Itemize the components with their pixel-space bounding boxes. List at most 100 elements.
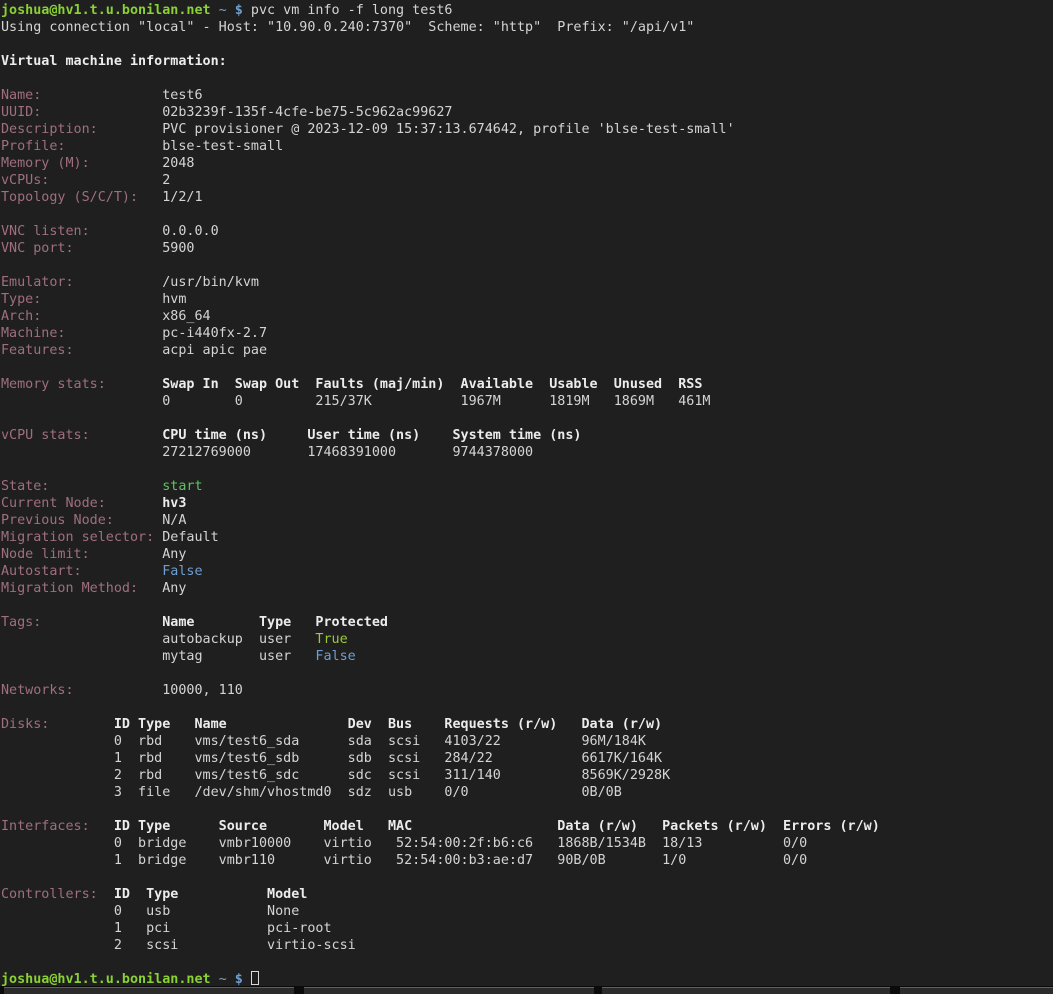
terminal-line: autobackup user True	[1, 631, 1053, 648]
terminal-line: 3 file /dev/shm/vhostmd0 sdz usb 0/0 0B/…	[1, 784, 1053, 801]
terminal-text-segment: $	[235, 3, 243, 18]
terminal-line: VNC port: 5900	[1, 240, 1053, 257]
terminal-text-segment: 1/2/1	[138, 190, 203, 205]
taskbar-window-tab[interactable]	[304, 987, 594, 994]
taskbar-window-tab[interactable]	[4, 987, 294, 994]
terminal-text-segment: 0 rbd vms/test6_sda sda scsi 4103/22 96M…	[1, 734, 646, 749]
terminal-text-segment: Any	[138, 581, 186, 596]
terminal-line: Emulator: /usr/bin/kvm	[1, 274, 1053, 291]
terminal-text-segment: 10000, 110	[74, 683, 243, 698]
terminal-text-segment: joshua@hv1.t.u.bonilan.net	[1, 972, 211, 987]
taskbar-window-tab[interactable]	[602, 987, 890, 994]
terminal-text-segment: 2048	[90, 156, 195, 171]
terminal-line	[1, 257, 1053, 274]
taskbar-window-tab[interactable]	[900, 987, 1053, 994]
terminal-text-segment: joshua@hv1.t.u.bonilan.net	[1, 3, 211, 18]
terminal-text-segment	[211, 972, 219, 987]
terminal-text-segment	[227, 3, 235, 18]
terminal-text-segment: Virtual machine information:	[1, 54, 227, 69]
terminal-line: Topology (S/C/T): 1/2/1	[1, 189, 1053, 206]
terminal-text-segment: State:	[1, 479, 49, 494]
terminal-text-segment	[211, 3, 219, 18]
terminal-text-segment: False	[315, 649, 355, 664]
terminal-text-segment: hv3	[162, 496, 186, 511]
terminal-text-segment: test6	[41, 88, 202, 103]
terminal-line: vCPUs: 2	[1, 172, 1053, 189]
terminal-text-segment: ID Type Source Model MAC Data (r/w) Pack…	[114, 819, 880, 834]
terminal-text-segment: Previous Node:	[1, 513, 114, 528]
terminal-screen[interactable]: joshua@hv1.t.u.bonilan.net ~ $ pvc vm in…	[0, 0, 1053, 986]
terminal-text-segment: ID Type Name Dev Bus Requests (r/w) Data…	[114, 717, 662, 732]
terminal-text-segment: Networks:	[1, 683, 74, 698]
terminal-text-segment: Default	[154, 530, 219, 545]
terminal-line: Features: acpi apic pae	[1, 342, 1053, 359]
terminal-line	[1, 70, 1053, 87]
terminal-text-segment: start	[162, 479, 202, 494]
terminal-text-segment	[98, 887, 114, 902]
terminal-line: vCPU stats: CPU time (ns) User time (ns)…	[1, 427, 1053, 444]
terminal-text-segment: True	[315, 632, 347, 647]
terminal-text-segment: Description:	[1, 122, 98, 137]
terminal-text-segment: UUID:	[1, 105, 41, 120]
terminal-text-segment: Using connection "local" - Host: "10.90.…	[1, 20, 694, 35]
terminal-text-segment: Memory stats:	[1, 377, 106, 392]
terminal-text-segment	[90, 428, 163, 443]
terminal-text-segment	[106, 496, 162, 511]
taskbar-strip	[0, 986, 1053, 994]
terminal-text-segment: pvc vm info -f long test6	[243, 3, 453, 18]
terminal-line	[1, 206, 1053, 223]
terminal-text-segment: pc-i440fx-2.7	[66, 326, 268, 341]
terminal-text-segment: Features:	[1, 343, 74, 358]
terminal-line	[1, 801, 1053, 818]
terminal-text-segment	[82, 564, 163, 579]
terminal-text-segment: ~	[219, 972, 227, 987]
terminal-line: Machine: pc-i440fx-2.7	[1, 325, 1053, 342]
terminal-text-segment: autobackup user	[1, 632, 315, 647]
terminal-text-segment: x86_64	[41, 309, 210, 324]
terminal-line: Interfaces: ID Type Source Model MAC Dat…	[1, 818, 1053, 835]
terminal-text-segment: False	[162, 564, 202, 579]
terminal-line: 2 scsi virtio-scsi	[1, 937, 1053, 954]
terminal-line: 1 bridge vmbr110 virtio 52:54:00:b3:ae:d…	[1, 852, 1053, 869]
terminal-cursor	[251, 971, 259, 985]
terminal-line	[1, 597, 1053, 614]
terminal-text-segment: 0 0 215/37K 1967M 1819M 1869M 461M	[1, 394, 710, 409]
terminal-text-segment	[243, 972, 251, 987]
terminal-line: 0 bridge vmbr10000 virtio 52:54:00:2f:b6…	[1, 835, 1053, 852]
terminal-text-segment	[227, 972, 235, 987]
terminal-text-segment: Swap In Swap Out Faults (maj/min) Availa…	[162, 377, 702, 392]
terminal-text-segment: Emulator:	[1, 275, 74, 290]
terminal-text-segment: 0 bridge vmbr10000 virtio 52:54:00:2f:b6…	[1, 836, 807, 851]
terminal-text-segment: mytag user	[1, 649, 315, 664]
terminal-text-segment: Memory (M):	[1, 156, 90, 171]
terminal-text-segment: vCPUs:	[1, 173, 49, 188]
terminal-text-segment: Type:	[1, 292, 41, 307]
terminal-line: joshua@hv1.t.u.bonilan.net ~ $ pvc vm in…	[1, 2, 1053, 19]
terminal-text-segment	[41, 615, 162, 630]
terminal-line	[1, 954, 1053, 971]
terminal-text-segment	[106, 377, 162, 392]
terminal-text-segment: Machine:	[1, 326, 66, 341]
terminal-text-segment: Name:	[1, 88, 41, 103]
terminal-line: State: start	[1, 478, 1053, 495]
terminal-line: Current Node: hv3	[1, 495, 1053, 512]
terminal-text-segment: ~	[219, 3, 227, 18]
terminal-line: 1 rbd vms/test6_sdb sdb scsi 284/22 6617…	[1, 750, 1053, 767]
terminal-line: 0 usb None	[1, 903, 1053, 920]
terminal-line	[1, 410, 1053, 427]
terminal-text-segment: 1 pci pci-root	[1, 921, 332, 936]
terminal-line: mytag user False	[1, 648, 1053, 665]
terminal-line	[1, 869, 1053, 886]
terminal-text-segment: $	[235, 972, 243, 987]
terminal-text-segment: Any	[90, 547, 187, 562]
terminal-text-segment: /usr/bin/kvm	[74, 275, 259, 290]
terminal-line: Name: test6	[1, 87, 1053, 104]
terminal-line: Node limit: Any	[1, 546, 1053, 563]
terminal-line: Tags: Name Type Protected	[1, 614, 1053, 631]
terminal-text-segment	[49, 717, 114, 732]
terminal-text-segment	[49, 479, 162, 494]
terminal-line: 27212769000 17468391000 9744378000	[1, 444, 1053, 461]
terminal-line: Autostart: False	[1, 563, 1053, 580]
terminal-text-segment: Migration selector:	[1, 530, 154, 545]
terminal-line: Type: hvm	[1, 291, 1053, 308]
